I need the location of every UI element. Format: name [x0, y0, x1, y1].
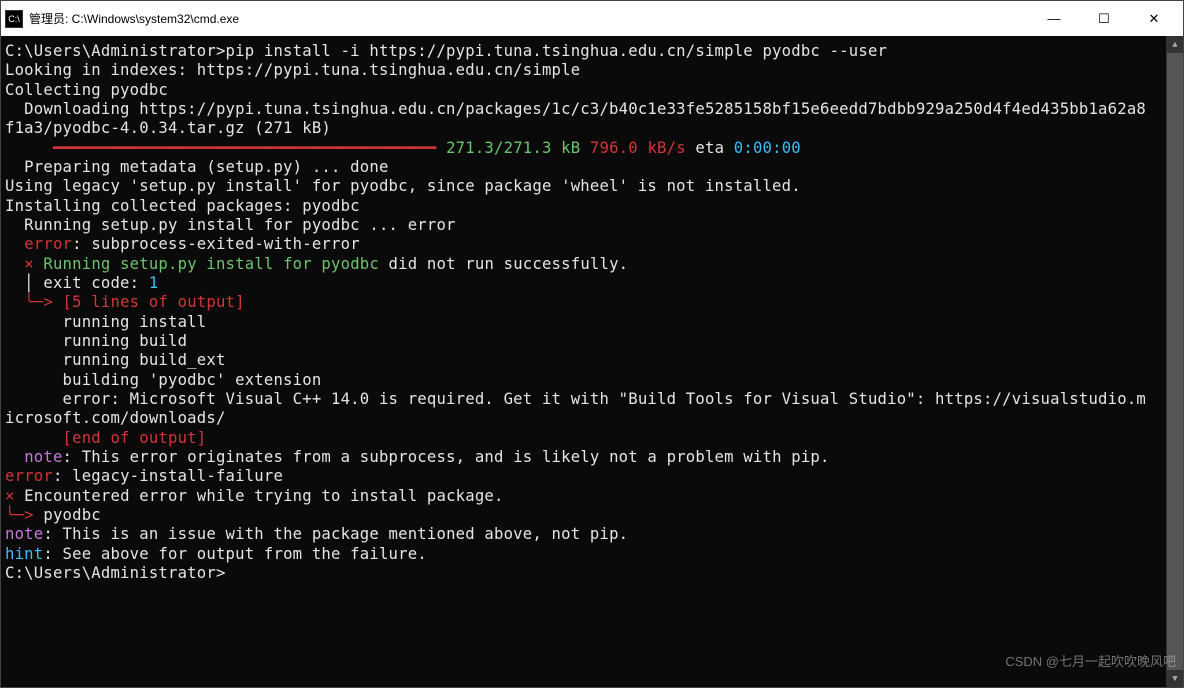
terminal-line: error: Microsoft Visual C++ 14.0 is requ… [5, 390, 1162, 409]
terminal-area: C:\Users\Administrator>pip install -i ht… [1, 36, 1183, 687]
terminal-line: ╰─> pyodbc [5, 506, 1162, 525]
terminal-line: icrosoft.com/downloads/ [5, 409, 1162, 428]
terminal-output[interactable]: C:\Users\Administrator>pip install -i ht… [1, 36, 1166, 687]
scroll-up-arrow[interactable]: ▲ [1167, 36, 1183, 53]
terminal-line: Looking in indexes: https://pypi.tuna.ts… [5, 61, 1162, 80]
terminal-line: Running setup.py install for pyodbc ... … [5, 216, 1162, 235]
terminal-line: error: subprocess-exited-with-error [5, 235, 1162, 254]
terminal-line: running build [5, 332, 1162, 351]
terminal-line: Installing collected packages: pyodbc [5, 197, 1162, 216]
window-icon: C:\ [5, 10, 23, 28]
terminal-line: running install [5, 313, 1162, 332]
terminal-line: Preparing metadata (setup.py) ... done [5, 158, 1162, 177]
window-title: 管理员: C:\Windows\system32\cmd.exe [29, 10, 1029, 27]
cmd-window: C:\ 管理员: C:\Windows\system32\cmd.exe — ☐… [0, 0, 1184, 688]
terminal-line: note: This is an issue with the package … [5, 525, 1162, 544]
terminal-line: running build_ext [5, 351, 1162, 370]
window-controls: — ☐ ✕ [1029, 1, 1179, 36]
terminal-line: × Running setup.py install for pyodbc di… [5, 255, 1162, 274]
terminal-line: Using legacy 'setup.py install' for pyod… [5, 177, 1162, 196]
terminal-line: C:\Users\Administrator>pip install -i ht… [5, 42, 1162, 61]
minimize-button[interactable]: — [1029, 1, 1079, 36]
terminal-line: hint: See above for output from the fail… [5, 545, 1162, 564]
terminal-line: C:\Users\Administrator> [5, 564, 1162, 583]
scroll-down-arrow[interactable]: ▼ [1167, 670, 1183, 687]
terminal-line: Collecting pyodbc [5, 81, 1162, 100]
terminal-line: ━━━━━━━━━━━━━━━━━━━━━━━━━━━━━━━━━━━━━━━━… [5, 139, 1162, 158]
terminal-line: building 'pyodbc' extension [5, 371, 1162, 390]
maximize-button[interactable]: ☐ [1079, 1, 1129, 36]
terminal-line: f1a3/pyodbc-4.0.34.tar.gz (271 kB) [5, 119, 1162, 138]
scrollbar[interactable]: ▲ ▼ [1166, 36, 1183, 687]
terminal-line: note: This error originates from a subpr… [5, 448, 1162, 467]
title-bar[interactable]: C:\ 管理员: C:\Windows\system32\cmd.exe — ☐… [1, 1, 1183, 36]
terminal-line: error: legacy-install-failure [5, 467, 1162, 486]
close-button[interactable]: ✕ [1129, 1, 1179, 36]
terminal-line: ╰─> [5 lines of output] [5, 293, 1162, 312]
terminal-line: │ exit code: 1 [5, 274, 1162, 293]
terminal-line: [end of output] [5, 429, 1162, 448]
terminal-line: Downloading https://pypi.tuna.tsinghua.e… [5, 100, 1162, 119]
terminal-line: × Encountered error while trying to inst… [5, 487, 1162, 506]
scroll-thumb[interactable] [1167, 53, 1183, 670]
